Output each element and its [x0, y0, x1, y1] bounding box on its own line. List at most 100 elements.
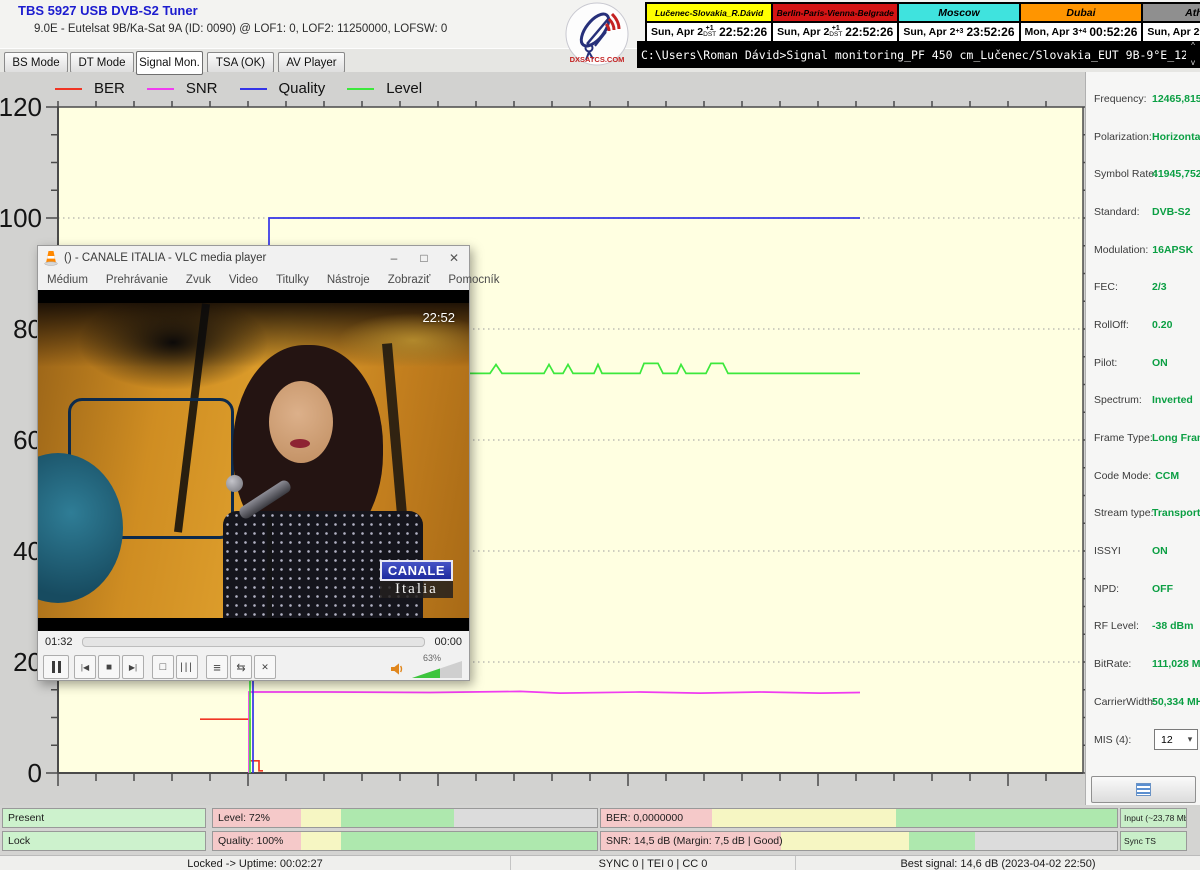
- pause-button[interactable]: [43, 655, 69, 679]
- scroll-down-icon[interactable]: v: [1191, 59, 1195, 67]
- present-indicator: Present: [2, 808, 206, 828]
- param-value: DVB-S2: [1152, 206, 1191, 218]
- param-value: ON: [1152, 545, 1168, 557]
- clock-0: Lučenec-Slovakia_R.DávidSun, Apr 2+1DST2…: [647, 4, 771, 42]
- meter-row-1: Present Level: 72% BER: 0,0000000 Input …: [0, 808, 1200, 828]
- random-button[interactable]: ✕: [254, 655, 276, 679]
- stop-icon: ■: [106, 662, 112, 673]
- vlc-menu-2[interactable]: Zvuk: [177, 274, 220, 286]
- extended-settings-button[interactable]: |||: [176, 655, 198, 679]
- param-row: Code Mode:CCM: [1086, 457, 1200, 495]
- level-line-swatch: [347, 88, 374, 90]
- param-value: 41945,752 KS/s: [1152, 168, 1200, 180]
- vlc-menu-4[interactable]: Titulky: [267, 274, 318, 286]
- best-signal-status: Best signal: 14,6 dB (2023-04-02 22:50): [795, 856, 1200, 870]
- svg-text:0: 0: [28, 758, 42, 788]
- param-row: Standard:DVB-S2: [1086, 193, 1200, 231]
- clock-2: MoscowSun, Apr 2+323:52:26: [899, 4, 1018, 42]
- vlc-controls-row: |◀ ■ ▶| □ ||| ≡ ⇆ ✕: [38, 652, 469, 682]
- clock-1: Berlin-Paris-Vienna-BelgradeSun, Apr 2+1…: [773, 4, 897, 42]
- console-scrollbar[interactable]: ^ v: [1186, 41, 1200, 68]
- speaker-icon[interactable]: [390, 661, 406, 677]
- param-row: Spectrum:Inverted: [1086, 382, 1200, 420]
- console-bar[interactable]: C:\Users\Roman Dávid>Signal monitoring_P…: [637, 41, 1200, 68]
- vlc-window[interactable]: () - CANALE ITALIA - VLC media player – …: [37, 245, 470, 681]
- param-label: Code Mode:: [1094, 470, 1151, 482]
- tab-signal-mon-[interactable]: Signal Mon.: [136, 51, 203, 75]
- param-value: 2/3: [1152, 281, 1167, 293]
- fullscreen-button[interactable]: □: [152, 655, 174, 679]
- param-row: Modulation:16APSK: [1086, 231, 1200, 269]
- maximize-button[interactable]: □: [409, 246, 439, 270]
- quality-label: Quality: 100%: [218, 832, 283, 850]
- singer-lips: [290, 439, 310, 448]
- broadcast-clock-overlay: 22:52: [422, 310, 455, 325]
- clock-utc-offset: +3: [955, 28, 963, 35]
- playlist-button[interactable]: ≡: [206, 655, 228, 679]
- vlc-menu-3[interactable]: Video: [220, 274, 267, 286]
- chevron-down-icon: ▾: [1183, 734, 1197, 745]
- next-button[interactable]: ▶|: [122, 655, 144, 679]
- svg-text:100: 100: [0, 203, 42, 233]
- legend-label: Quality: [279, 80, 326, 97]
- param-value: Long Frame: [1152, 432, 1200, 444]
- input-indicator: Input (~23,78 Mbps): [1120, 808, 1187, 828]
- console-command-text: C:\Users\Roman Dávid>Signal monitoring_P…: [637, 48, 1186, 62]
- vlc-video-area[interactable]: 22:52 CANALE Italia: [38, 290, 469, 631]
- tab-tsa-ok-[interactable]: TSA (OK): [207, 52, 274, 73]
- clock-utc-offset: +4: [1078, 28, 1086, 35]
- lock-indicator: Lock: [2, 831, 206, 851]
- param-value: Horizontal: [1152, 131, 1200, 143]
- clock-3: DubaiMon, Apr 3+400:52:26: [1021, 4, 1142, 42]
- logo-line2: Italia: [380, 581, 453, 598]
- vlc-menu-5[interactable]: Nástroje: [318, 274, 379, 286]
- vlc-menu-7[interactable]: Pomocník: [439, 274, 508, 286]
- param-row: NPD: OFF: [1086, 570, 1200, 608]
- legend-label: Level: [386, 80, 422, 97]
- playlist-icon: ≡: [213, 660, 221, 675]
- tab-av-player[interactable]: AV Player: [278, 52, 345, 73]
- quality-meter: Quality: 100%: [212, 831, 598, 851]
- param-label: NPD:: [1094, 583, 1148, 595]
- param-value: 12465,815 MHz: [1152, 93, 1200, 105]
- tab-dt-mode[interactable]: DT Mode: [70, 52, 134, 73]
- minimize-button[interactable]: –: [379, 246, 409, 270]
- vlc-menu-1[interactable]: Prehrávanie: [97, 274, 177, 286]
- sidebar-list-button[interactable]: [1091, 776, 1196, 803]
- param-label: Frame Type:: [1094, 432, 1148, 444]
- vlc-titlebar[interactable]: () - CANALE ITALIA - VLC media player – …: [38, 246, 469, 270]
- param-value: 0.20: [1152, 319, 1172, 331]
- vlc-menu-0[interactable]: Médium: [38, 274, 97, 286]
- scroll-up-icon[interactable]: ^: [1191, 42, 1195, 50]
- app-title: TBS 5927 USB DVB-S2 Tuner: [18, 3, 198, 18]
- loop-icon: ⇆: [236, 661, 245, 674]
- param-label: BitRate:: [1094, 658, 1148, 670]
- param-row: BitRate:111,028 Mbit/s: [1086, 645, 1200, 683]
- volume-percent-label: 63%: [423, 653, 441, 663]
- param-row: Pilot:ON: [1086, 344, 1200, 382]
- seek-slider[interactable]: [82, 637, 426, 647]
- stop-button[interactable]: ■: [98, 655, 120, 679]
- param-label: CarrierWidth:: [1094, 696, 1148, 708]
- param-value: 16APSK: [1152, 244, 1193, 256]
- vlc-menubar: MédiumPrehrávanieZvukVideoTitulkyNástroj…: [38, 270, 469, 290]
- vlc-menu-6[interactable]: Zobraziť: [379, 274, 440, 286]
- loop-button[interactable]: ⇆: [230, 655, 252, 679]
- elapsed-time: 01:32: [45, 636, 73, 648]
- clock-utc-offset: +1DST: [703, 25, 716, 39]
- ber-line-swatch: [55, 88, 82, 90]
- vlc-cone-icon: [44, 250, 58, 266]
- param-label: Spectrum:: [1094, 394, 1148, 406]
- param-value: OFF: [1152, 583, 1173, 595]
- param-label: Stream type:: [1094, 507, 1148, 519]
- volume-slider[interactable]: [412, 661, 462, 678]
- random-icon: ✕: [261, 662, 269, 673]
- tab-bs-mode[interactable]: BS Mode: [4, 52, 68, 73]
- mis-dropdown[interactable]: 12 ▾: [1154, 729, 1198, 750]
- previous-button[interactable]: |◀: [74, 655, 96, 679]
- microphone-stand: [267, 517, 272, 618]
- singer-face: [269, 381, 333, 463]
- clock-time: 23:52:26: [966, 25, 1014, 39]
- close-button[interactable]: ✕: [439, 246, 469, 270]
- svg-text:120: 120: [0, 92, 42, 122]
